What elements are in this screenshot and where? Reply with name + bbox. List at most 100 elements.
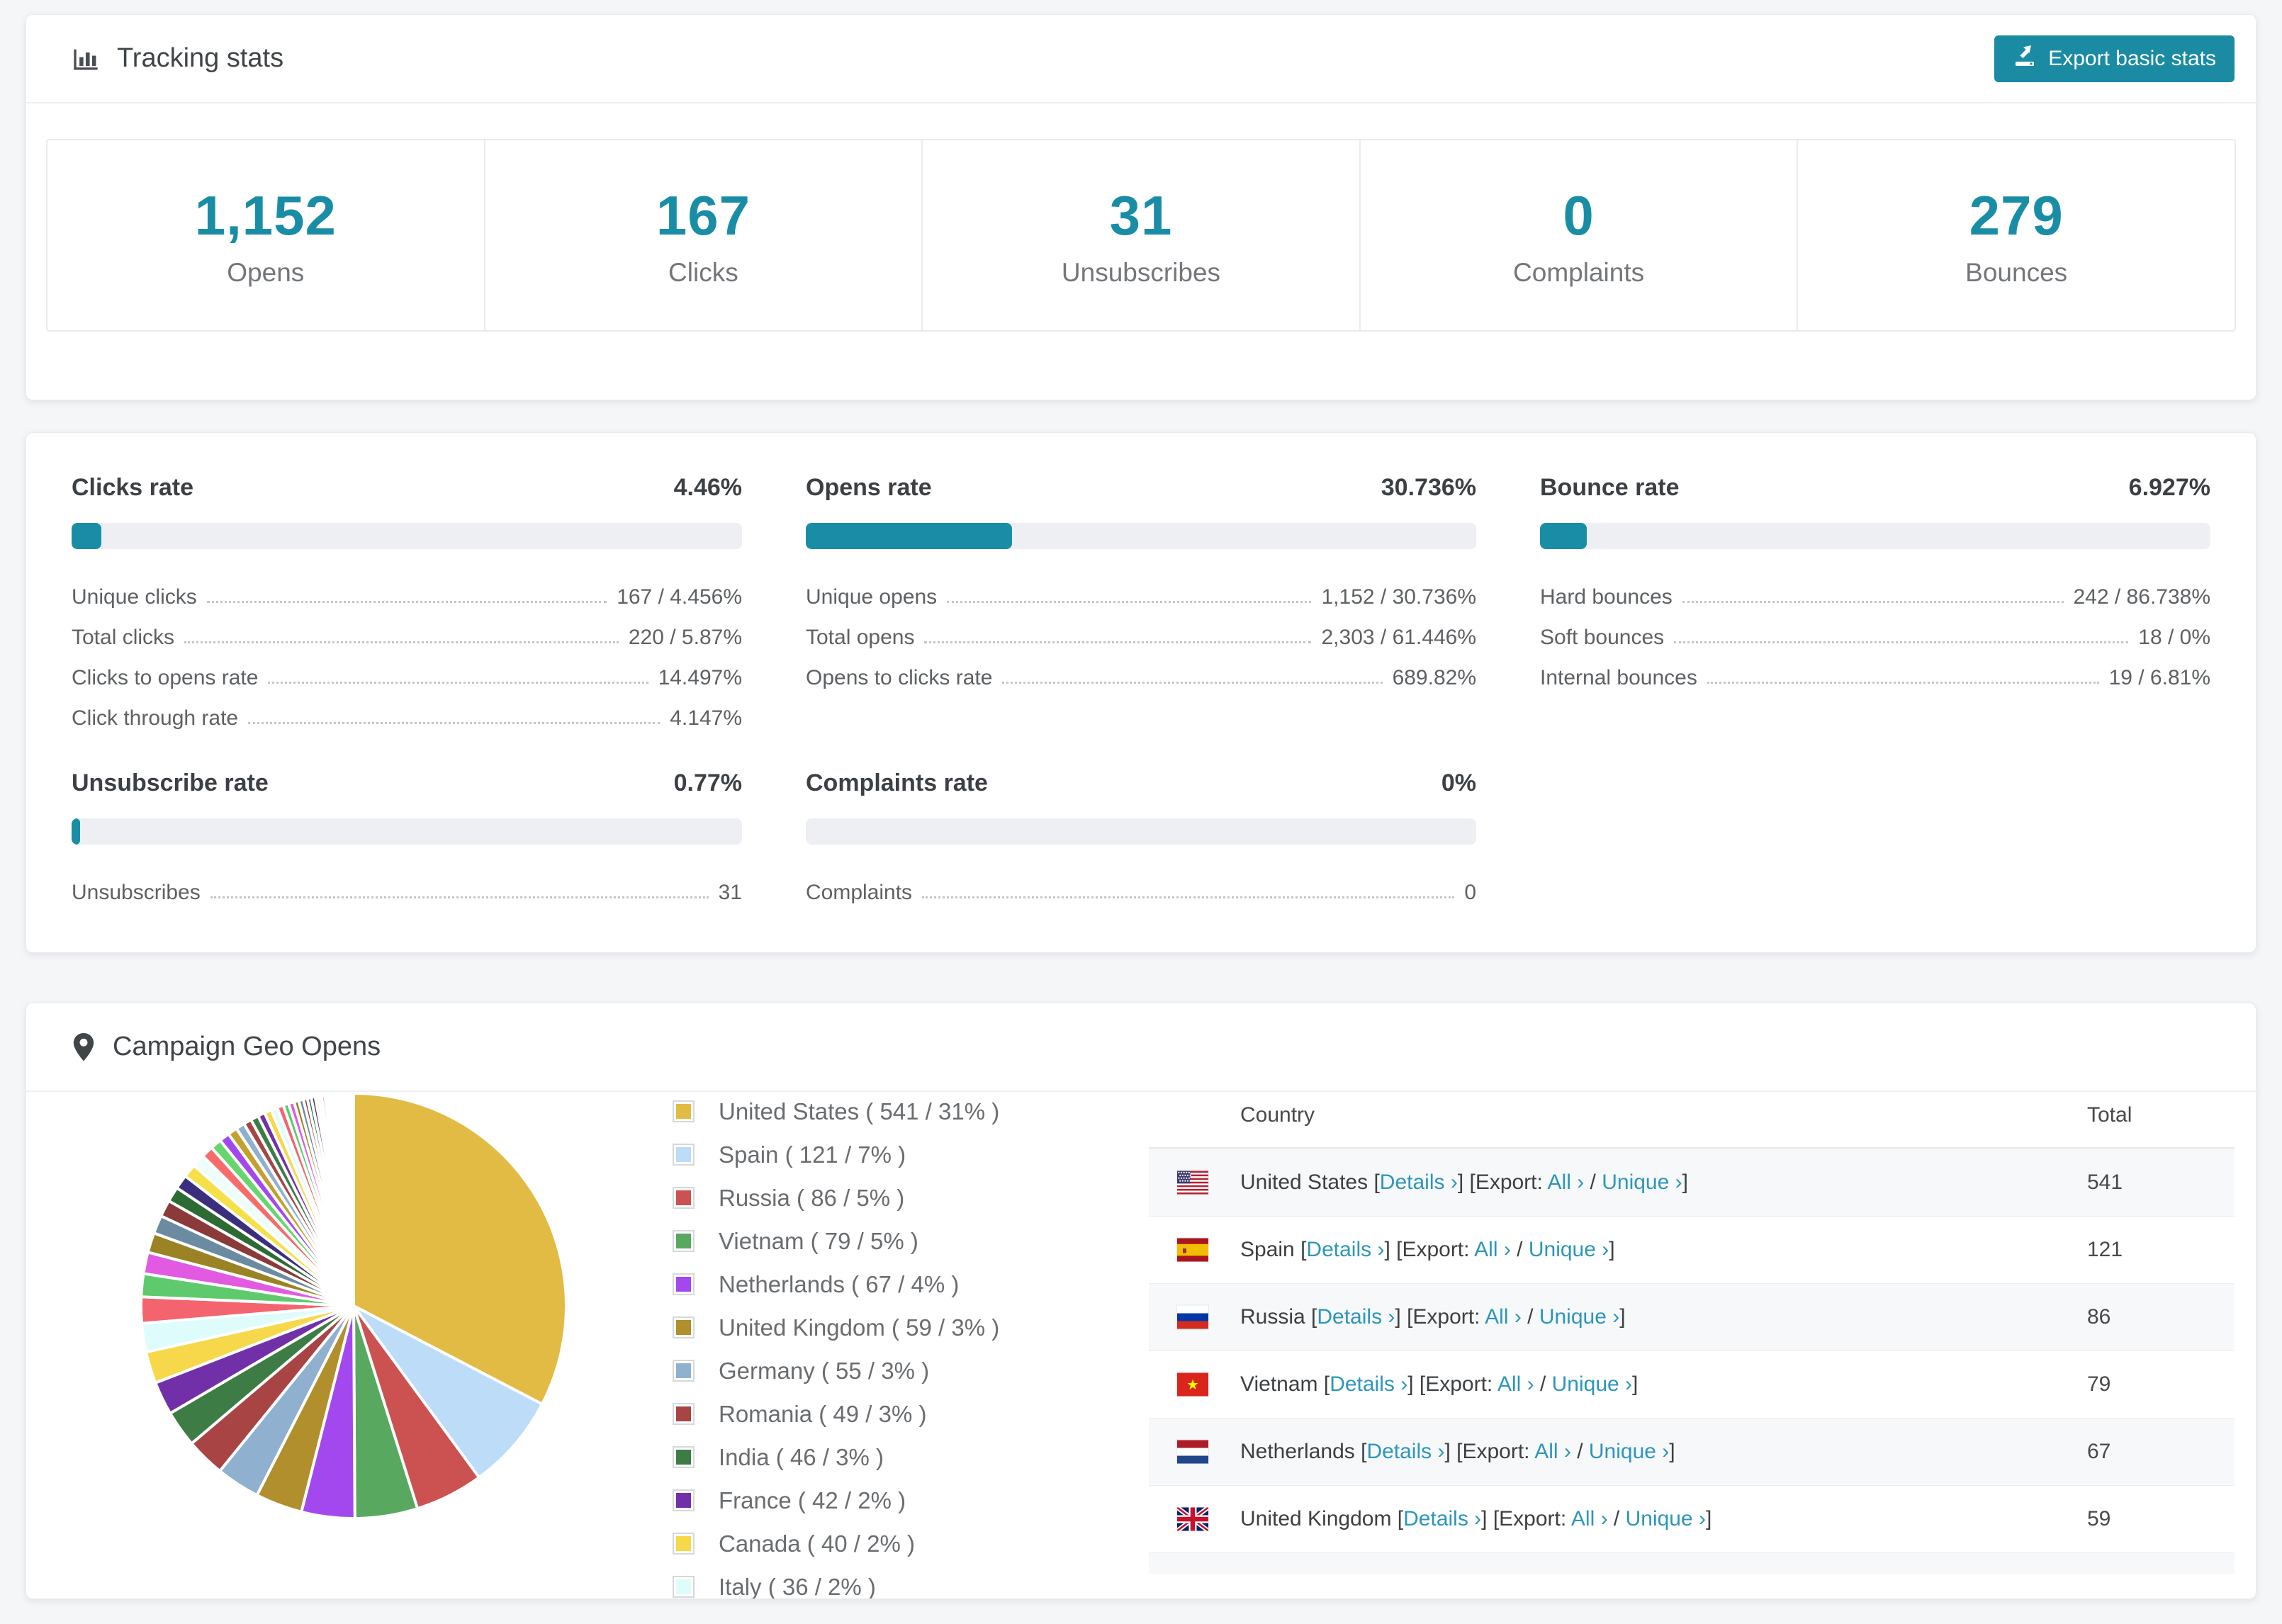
legend-item-spain[interactable]: Spain ( 121 / 7% ) bbox=[673, 1133, 999, 1176]
geo-opens-pie-chart[interactable] bbox=[127, 1079, 580, 1533]
export-unique-link[interactable]: Unique › bbox=[1552, 1372, 1632, 1396]
legend-color-swatch bbox=[673, 1100, 695, 1122]
rate-detail-row: Opens to clicks rate 689.82% bbox=[806, 650, 1476, 690]
stat-label: Unsubscribes bbox=[1061, 257, 1221, 287]
campaign-geo-opens-title: Campaign Geo Opens bbox=[72, 1032, 381, 1062]
legend-color-swatch bbox=[673, 1144, 695, 1166]
export-all-link[interactable]: All › bbox=[1534, 1440, 1571, 1463]
export-icon bbox=[2013, 44, 2037, 74]
rate-detail-label: Soft bounces bbox=[1540, 626, 1665, 649]
rate-detail-label: Click through rate bbox=[72, 706, 239, 730]
stat-opens: 1,152 Opens bbox=[47, 140, 484, 330]
details-link[interactable]: Details › bbox=[1403, 1507, 1481, 1530]
export-unique-link[interactable]: Unique › bbox=[1589, 1440, 1669, 1463]
pie-legend: United States ( 541 / 31% ) Spain ( 121 /… bbox=[673, 1090, 999, 1598]
export-unique-link[interactable]: Unique › bbox=[1529, 1238, 1609, 1261]
legend-item-germany[interactable]: Germany ( 55 / 3% ) bbox=[673, 1349, 999, 1392]
rate-detail-row: Internal bounces 19 / 6.81% bbox=[1540, 650, 2210, 690]
rate-progress-bar bbox=[1540, 523, 2210, 549]
legend-label: Romania ( 49 / 3% ) bbox=[719, 1400, 927, 1427]
rates-grid: Clicks rate 4.46% Unique clicks 167 / 4.456… bbox=[26, 433, 2256, 905]
table-row: Spain [Details ›] [Export: All › / Uniqu… bbox=[1149, 1216, 2235, 1283]
legend-item-romania[interactable]: Romania ( 49 / 3% ) bbox=[673, 1392, 999, 1436]
legend-color-swatch bbox=[673, 1403, 695, 1425]
details-link[interactable]: Details › bbox=[1330, 1372, 1407, 1396]
total-cell: 79 bbox=[2087, 1372, 2111, 1396]
legend-label: Spain ( 121 / 7% ) bbox=[719, 1141, 906, 1168]
total-cell: 67 bbox=[2087, 1440, 2111, 1463]
details-link[interactable]: Details › bbox=[1317, 1305, 1395, 1329]
dotted-leader bbox=[1674, 641, 2129, 643]
export-basic-stats-button[interactable]: Export basic stats bbox=[1994, 35, 2235, 82]
country-name: United Kingdom [ bbox=[1240, 1507, 1404, 1530]
stat-value: 1,152 bbox=[194, 184, 337, 247]
rate-value: 4.46% bbox=[673, 474, 742, 501]
rate-detail-value: 19 / 6.81% bbox=[2108, 666, 2210, 689]
legend-item-united-kingdom[interactable]: United Kingdom ( 59 / 3% ) bbox=[673, 1306, 999, 1349]
stat-value: 167 bbox=[656, 184, 751, 247]
export-unique-link[interactable]: Unique › bbox=[1626, 1507, 1706, 1530]
export-unique-link[interactable]: Unique › bbox=[1602, 1171, 1682, 1194]
stat-bounces: 279 Bounces bbox=[1797, 140, 2235, 330]
stat-strip: 1,152 Opens 167 Clicks 31 Unsubscribes 0 Compla… bbox=[46, 139, 2236, 332]
rate-detail-row: Unsubscribes 31 bbox=[72, 864, 742, 905]
vn-flag-icon bbox=[1177, 1372, 1208, 1397]
rate-title: Opens rate bbox=[806, 474, 932, 501]
country-name: Vietnam [ bbox=[1240, 1372, 1330, 1396]
legend-item-russia[interactable]: Russia ( 86 / 5% ) bbox=[673, 1176, 999, 1219]
total-column-header: Total bbox=[2087, 1103, 2132, 1127]
ru-flag-icon bbox=[1177, 1305, 1208, 1329]
rate-block-bounce-rate: Bounce rate 6.927% Hard bounces 242 / 86.73… bbox=[1540, 474, 2210, 690]
dotted-leader bbox=[210, 896, 709, 898]
export-all-link[interactable]: All › bbox=[1474, 1238, 1511, 1261]
stat-label: Bounces bbox=[1965, 257, 2068, 287]
legend-item-netherlands[interactable]: Netherlands ( 67 / 4% ) bbox=[673, 1263, 999, 1306]
dotted-leader bbox=[922, 896, 1455, 898]
legend-item-vietnam[interactable]: Vietnam ( 79 / 5% ) bbox=[673, 1219, 999, 1263]
details-link[interactable]: Details › bbox=[1306, 1238, 1384, 1261]
rate-detail-row: Soft bounces 18 / 0% bbox=[1540, 609, 2210, 650]
rate-detail-row: Click through rate 4.147% bbox=[72, 690, 742, 731]
legend-color-swatch bbox=[673, 1489, 695, 1511]
legend-color-swatch bbox=[673, 1446, 695, 1468]
rate-title: Bounce rate bbox=[1540, 474, 1680, 501]
legend-color-swatch bbox=[673, 1533, 695, 1555]
country-name: United States [ bbox=[1240, 1170, 1380, 1194]
rate-value: 6.927% bbox=[2128, 474, 2210, 501]
rate-title: Unsubscribe rate bbox=[72, 769, 269, 796]
stat-label: Clicks bbox=[668, 257, 738, 287]
details-link[interactable]: Details › bbox=[1366, 1440, 1444, 1463]
table-row: Netherlands [Details ›] [Export: All › /… bbox=[1149, 1418, 2235, 1485]
details-link[interactable]: Details › bbox=[1380, 1171, 1458, 1194]
legend-item-united-states[interactable]: United States ( 541 / 31% ) bbox=[673, 1090, 999, 1133]
rate-detail-value: 242 / 86.738% bbox=[2073, 585, 2211, 609]
legend-label: Germany ( 55 / 3% ) bbox=[719, 1357, 930, 1384]
export-unique-link[interactable]: Unique › bbox=[1539, 1305, 1619, 1329]
dotted-leader bbox=[947, 601, 1312, 603]
legend-item-france[interactable]: France ( 42 / 2% ) bbox=[673, 1479, 999, 1522]
rate-detail-value: 18 / 0% bbox=[2138, 626, 2210, 649]
legend-item-italy[interactable]: Italy ( 36 / 2% ) bbox=[673, 1565, 999, 1598]
rate-detail-row: Total opens 2,303 / 61.446% bbox=[806, 609, 1476, 650]
export-all-link[interactable]: All › bbox=[1485, 1305, 1522, 1329]
rate-title: Complaints rate bbox=[806, 769, 988, 796]
rate-progress-fill bbox=[72, 523, 102, 549]
stat-complaints: 0 Complaints bbox=[1359, 140, 1797, 330]
export-all-link[interactable]: All › bbox=[1497, 1372, 1534, 1396]
tracking-stats-header: Tracking stats Export basic stats bbox=[26, 15, 2256, 103]
pie-slice[interactable] bbox=[351, 1091, 355, 1307]
legend-item-india[interactable]: India ( 46 / 3% ) bbox=[673, 1436, 999, 1479]
legend-color-swatch bbox=[673, 1187, 695, 1209]
legend-item-canada[interactable]: Canada ( 40 / 2% ) bbox=[673, 1522, 999, 1565]
export-all-link[interactable]: All › bbox=[1571, 1507, 1608, 1530]
rate-detail-label: Total opens bbox=[806, 626, 915, 649]
export-all-link[interactable]: All › bbox=[1548, 1171, 1585, 1194]
rate-block-opens-rate: Opens rate 30.736% Unique opens 1,152 / 30.… bbox=[806, 474, 1476, 690]
tracking-stats-title: Tracking stats bbox=[72, 43, 283, 74]
rate-detail-row: Hard bounces 242 / 86.738% bbox=[1540, 569, 2210, 609]
es-flag-icon bbox=[1177, 1238, 1208, 1262]
rate-detail-row: Complaints 0 bbox=[806, 864, 1476, 905]
country-column-header: Country bbox=[1240, 1103, 1315, 1127]
total-cell: 541 bbox=[2087, 1170, 2123, 1194]
bar-chart-icon bbox=[72, 45, 100, 73]
